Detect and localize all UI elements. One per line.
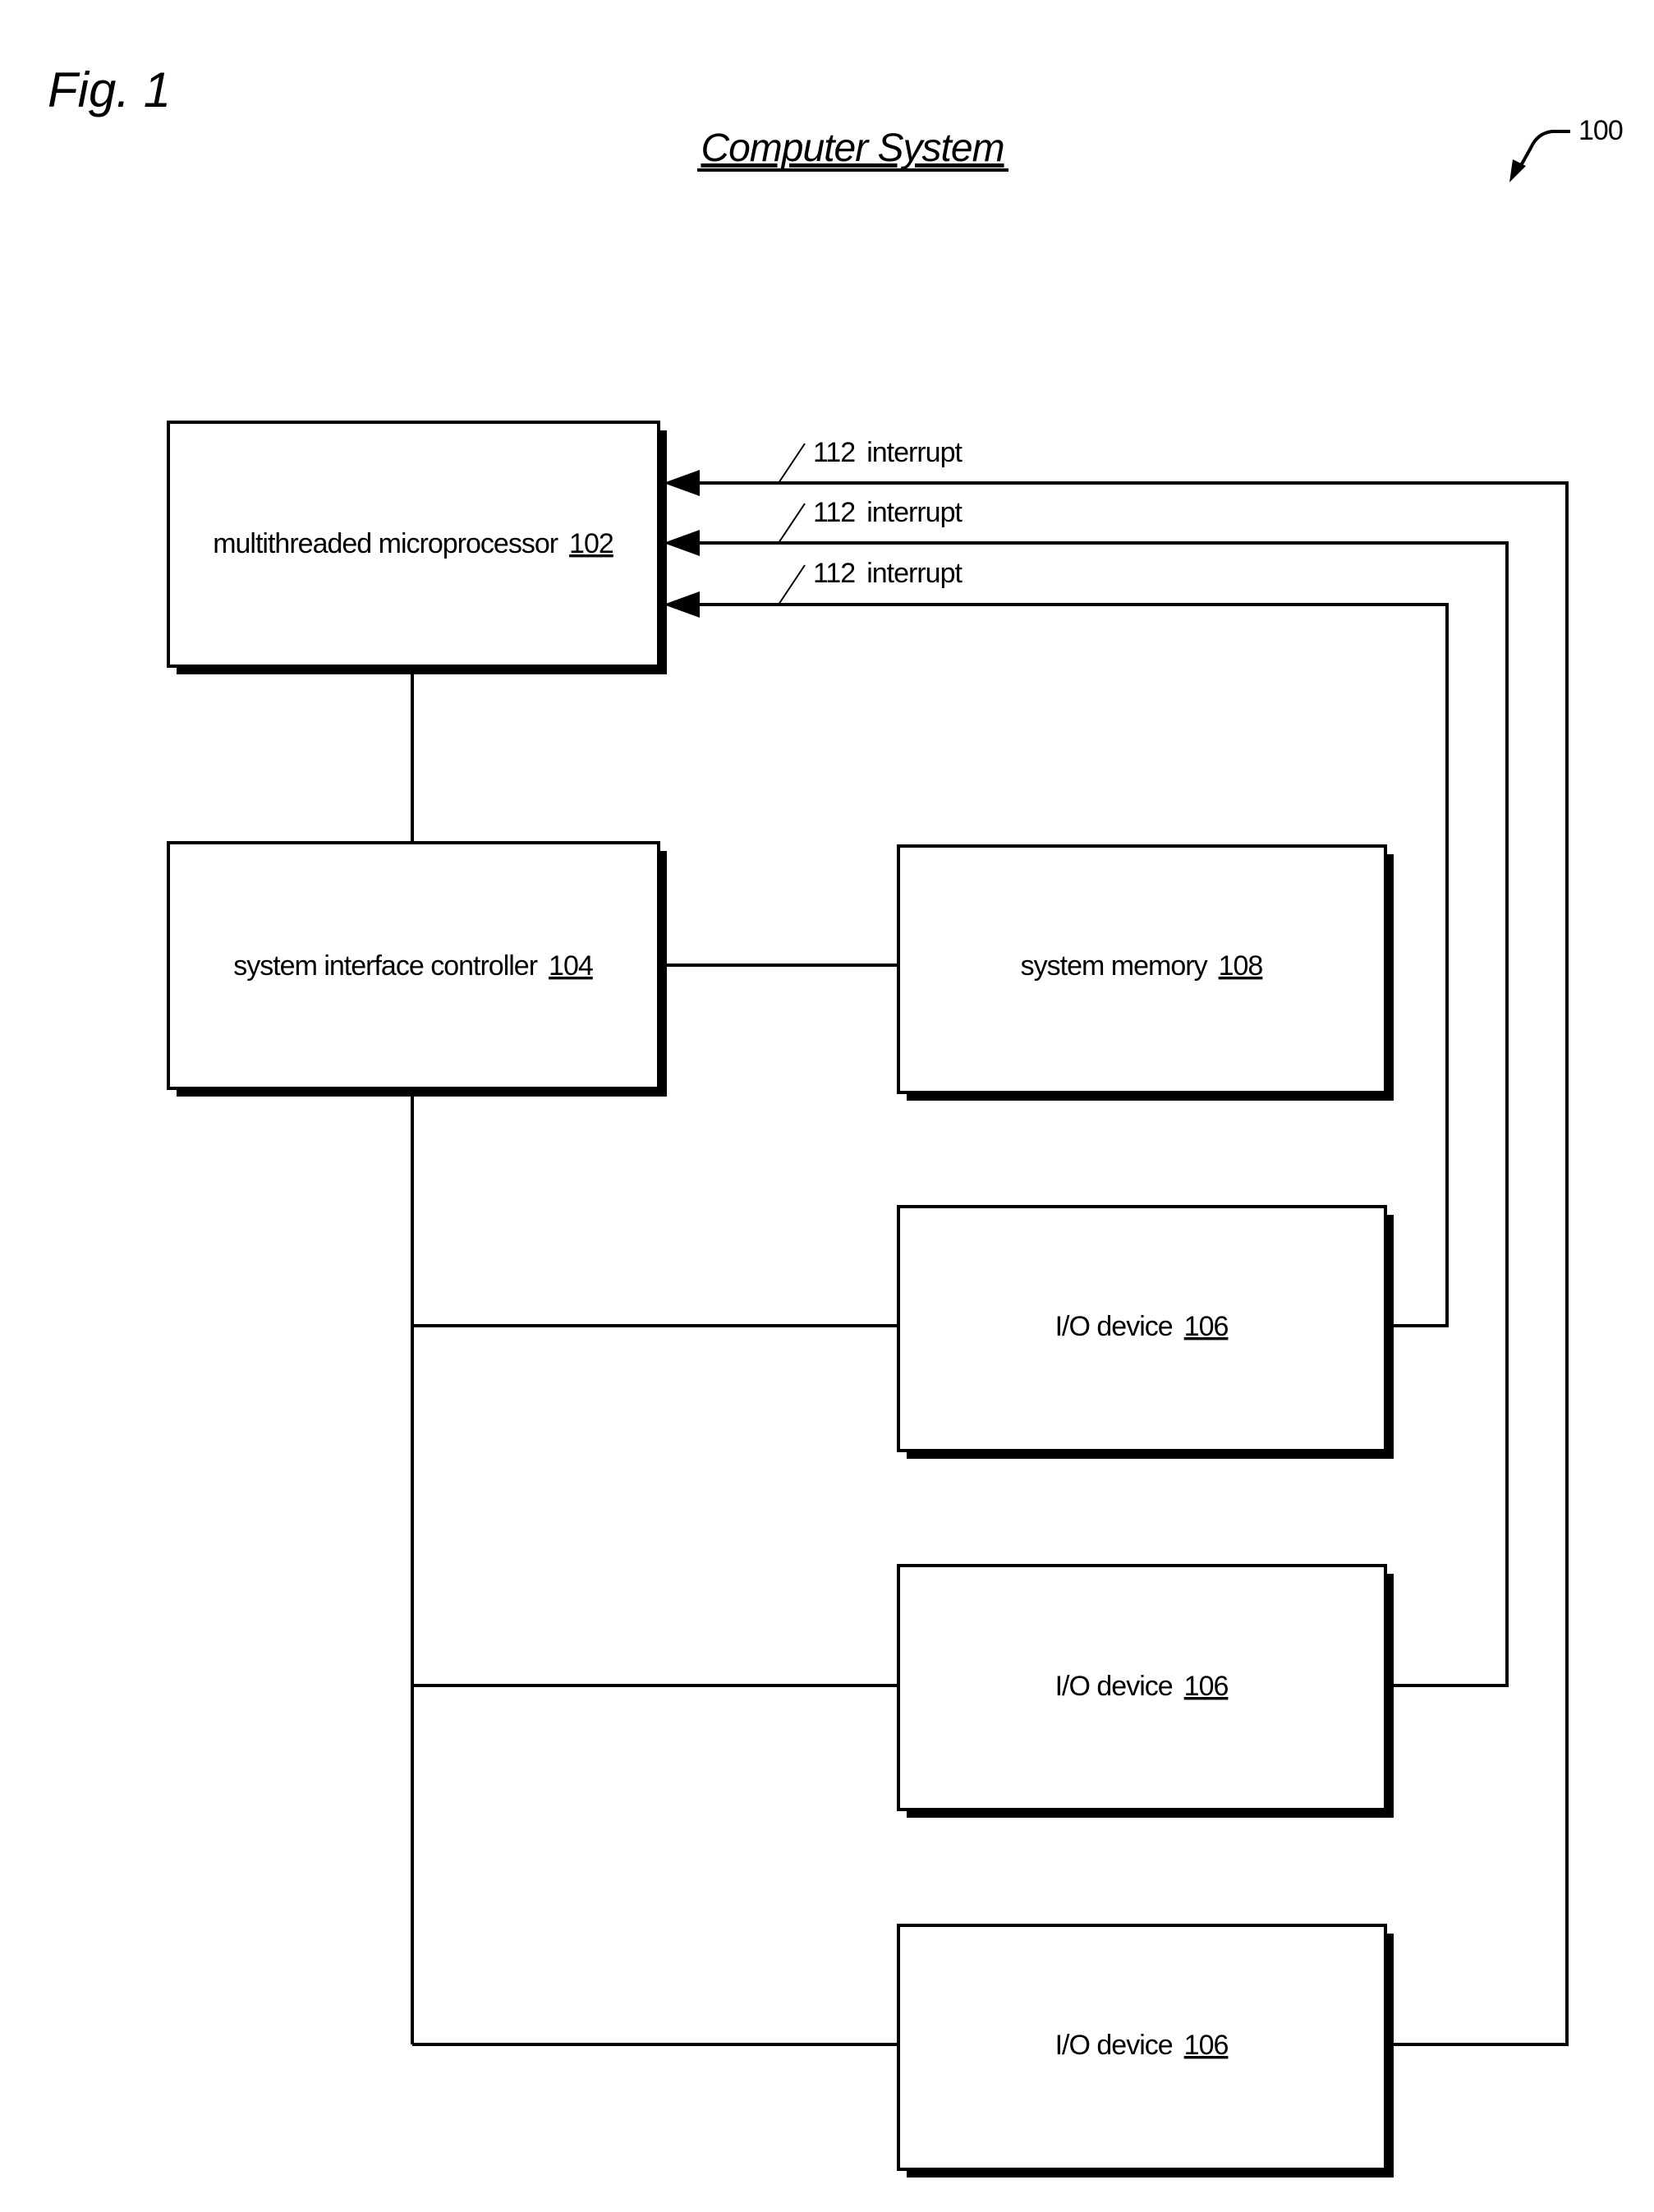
block-name: multithreaded microprocessor <box>213 528 558 559</box>
interrupt-label-3: 112 interrupt <box>778 558 964 605</box>
block-ref: 108 <box>1219 950 1263 982</box>
svg-text:I/O device106: I/O device 106 <box>1055 1671 1229 1702</box>
interrupt-ref: 112 <box>813 497 855 528</box>
block-name: I/O device <box>1055 2030 1173 2061</box>
svg-text:112interrupt: 112 interrupt <box>813 497 963 528</box>
figure-label: Fig. 1 <box>48 62 171 117</box>
block-ref: 106 <box>1184 1671 1229 1702</box>
block-io-device-3: I/O device 106 <box>897 1924 1394 2178</box>
figure-title: Computer System <box>701 126 1004 170</box>
block-io-device-2: I/O device 106 <box>897 1564 1394 1818</box>
block-ref: 102 <box>569 528 613 559</box>
block-system-interface-controller: system interface controller 104 <box>167 841 667 1097</box>
block-system-memory: system memory 108 <box>897 844 1394 1101</box>
svg-text:multithreaded microprocessor10: multithreaded microprocessor 102 <box>213 528 613 559</box>
interrupt-text: interrupt <box>866 558 963 589</box>
interrupt-label-1: 112 interrupt <box>778 437 964 484</box>
interrupt-arrow-icon <box>664 470 700 496</box>
block-name: system interface controller <box>233 950 537 982</box>
computer-system-diagram: Fig. 1 Computer System 100 112 interrupt … <box>48 62 1624 2178</box>
block-name: I/O device <box>1055 1311 1173 1342</box>
block-io-device-1: I/O device 106 <box>897 1205 1394 1459</box>
block-microprocessor: multithreaded microprocessor 102 <box>167 421 667 674</box>
block-name: I/O device <box>1055 1671 1173 1702</box>
svg-text:system memory108: system memory 108 <box>1021 950 1263 982</box>
svg-text:I/O device106: I/O device 106 <box>1055 2030 1229 2061</box>
svg-text:I/O device106: I/O device 106 <box>1055 1311 1229 1342</box>
figure-ref-label: 100 <box>1578 115 1623 146</box>
interrupt-text: interrupt <box>866 497 963 528</box>
block-ref: 104 <box>549 950 593 982</box>
figure-ref-leader <box>1518 130 1570 169</box>
block-name: system memory <box>1021 950 1208 982</box>
svg-text:112interrupt: 112 interrupt <box>813 558 963 589</box>
interrupt-ref: 112 <box>813 437 855 468</box>
svg-text:112interrupt: 112 interrupt <box>813 437 963 468</box>
interrupt-label-2: 112 interrupt <box>778 497 964 544</box>
interrupt-arrow-icon <box>664 530 700 556</box>
interrupt-line-io2 <box>694 541 1509 1687</box>
interrupt-ref: 112 <box>813 558 855 589</box>
block-ref: 106 <box>1184 2030 1229 2061</box>
block-ref: 106 <box>1184 1311 1229 1342</box>
interrupt-arrow-icon <box>664 591 700 618</box>
interrupt-text: interrupt <box>866 437 963 468</box>
